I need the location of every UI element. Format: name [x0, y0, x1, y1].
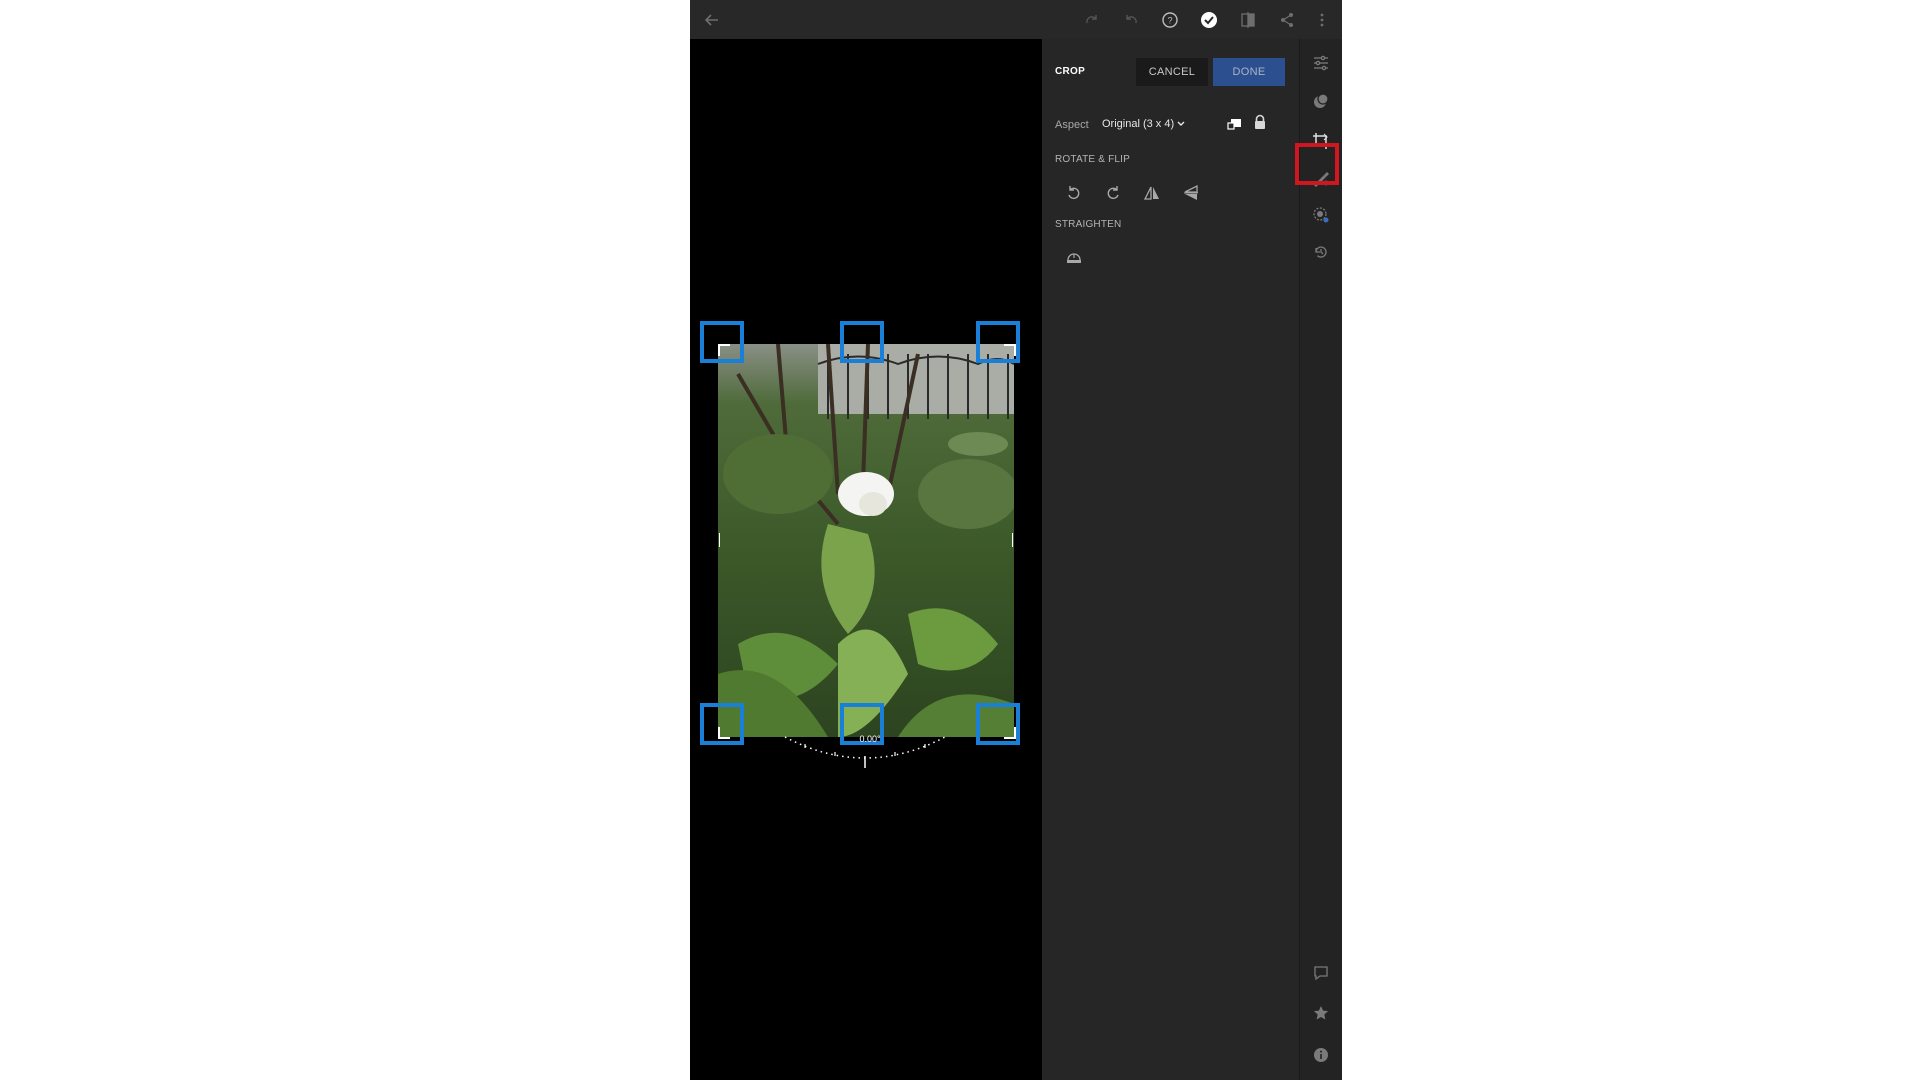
- rotate-flip-label: ROTATE & FLIP: [1055, 154, 1131, 165]
- cancel-button[interactable]: CANCEL: [1136, 58, 1208, 86]
- undo-icon[interactable]: [1119, 8, 1143, 32]
- comment-icon[interactable]: [1309, 961, 1333, 985]
- crop-handle-bottom-left[interactable]: [700, 703, 744, 745]
- crop-tool-highlight: [1295, 143, 1339, 185]
- share-icon[interactable]: [1275, 8, 1299, 32]
- orientation-swap-icon[interactable]: [1225, 114, 1245, 134]
- top-toolbar: ?: [690, 0, 1342, 39]
- crop-handle-top-right[interactable]: [976, 321, 1020, 363]
- chevron-down-icon: [1177, 121, 1185, 126]
- straighten-label: STRAIGHTEN: [1055, 219, 1122, 230]
- selective-icon[interactable]: [1309, 203, 1333, 227]
- rotate-left-icon[interactable]: [1062, 181, 1086, 205]
- tool-rail: [1300, 39, 1342, 1080]
- auto-straighten-icon[interactable]: [1062, 245, 1086, 269]
- presets-icon[interactable]: [1309, 89, 1333, 113]
- svg-text:?: ?: [1167, 16, 1172, 26]
- rotate-right-icon[interactable]: [1101, 181, 1125, 205]
- star-icon[interactable]: [1309, 1001, 1333, 1025]
- crop-edge-right-mark: [1012, 533, 1013, 547]
- compare-icon[interactable]: [1236, 8, 1260, 32]
- photo-calla-lily[interactable]: [718, 344, 1014, 737]
- aspect-value: Original (3 x 4): [1102, 118, 1175, 130]
- help-icon[interactable]: ?: [1158, 8, 1182, 32]
- photo-editor-app: ? 0.00° CROP CANCEL DONE Aspect Original…: [690, 0, 1342, 1080]
- crop-handle-top-center[interactable]: [840, 321, 884, 363]
- done-button[interactable]: DONE: [1213, 58, 1285, 86]
- crop-handle-bottom-right[interactable]: [976, 703, 1020, 745]
- panel-title: CROP: [1055, 66, 1086, 77]
- aspect-lock-icon[interactable]: [1250, 112, 1270, 132]
- flip-vertical-icon[interactable]: [1179, 181, 1203, 205]
- image-canvas: 0.00°: [690, 39, 1042, 1080]
- back-arrow-icon[interactable]: [700, 8, 724, 32]
- info-icon[interactable]: [1309, 1043, 1333, 1067]
- sliders-icon[interactable]: [1309, 51, 1333, 75]
- redo-icon[interactable]: [1080, 8, 1104, 32]
- crop-edge-left-mark: [719, 533, 720, 547]
- aspect-label: Aspect: [1055, 119, 1089, 131]
- aspect-dropdown[interactable]: Original (3 x 4): [1102, 118, 1185, 130]
- more-vertical-icon[interactable]: [1310, 8, 1334, 32]
- check-circle-icon[interactable]: [1197, 8, 1221, 32]
- flip-horizontal-icon[interactable]: [1140, 181, 1164, 205]
- straighten-angle-value: 0.00°: [859, 734, 881, 744]
- crop-panel: CROP CANCEL DONE Aspect Original (3 x 4)…: [1042, 39, 1300, 1080]
- crop-handle-top-left[interactable]: [700, 321, 744, 363]
- history-icon[interactable]: [1309, 240, 1333, 264]
